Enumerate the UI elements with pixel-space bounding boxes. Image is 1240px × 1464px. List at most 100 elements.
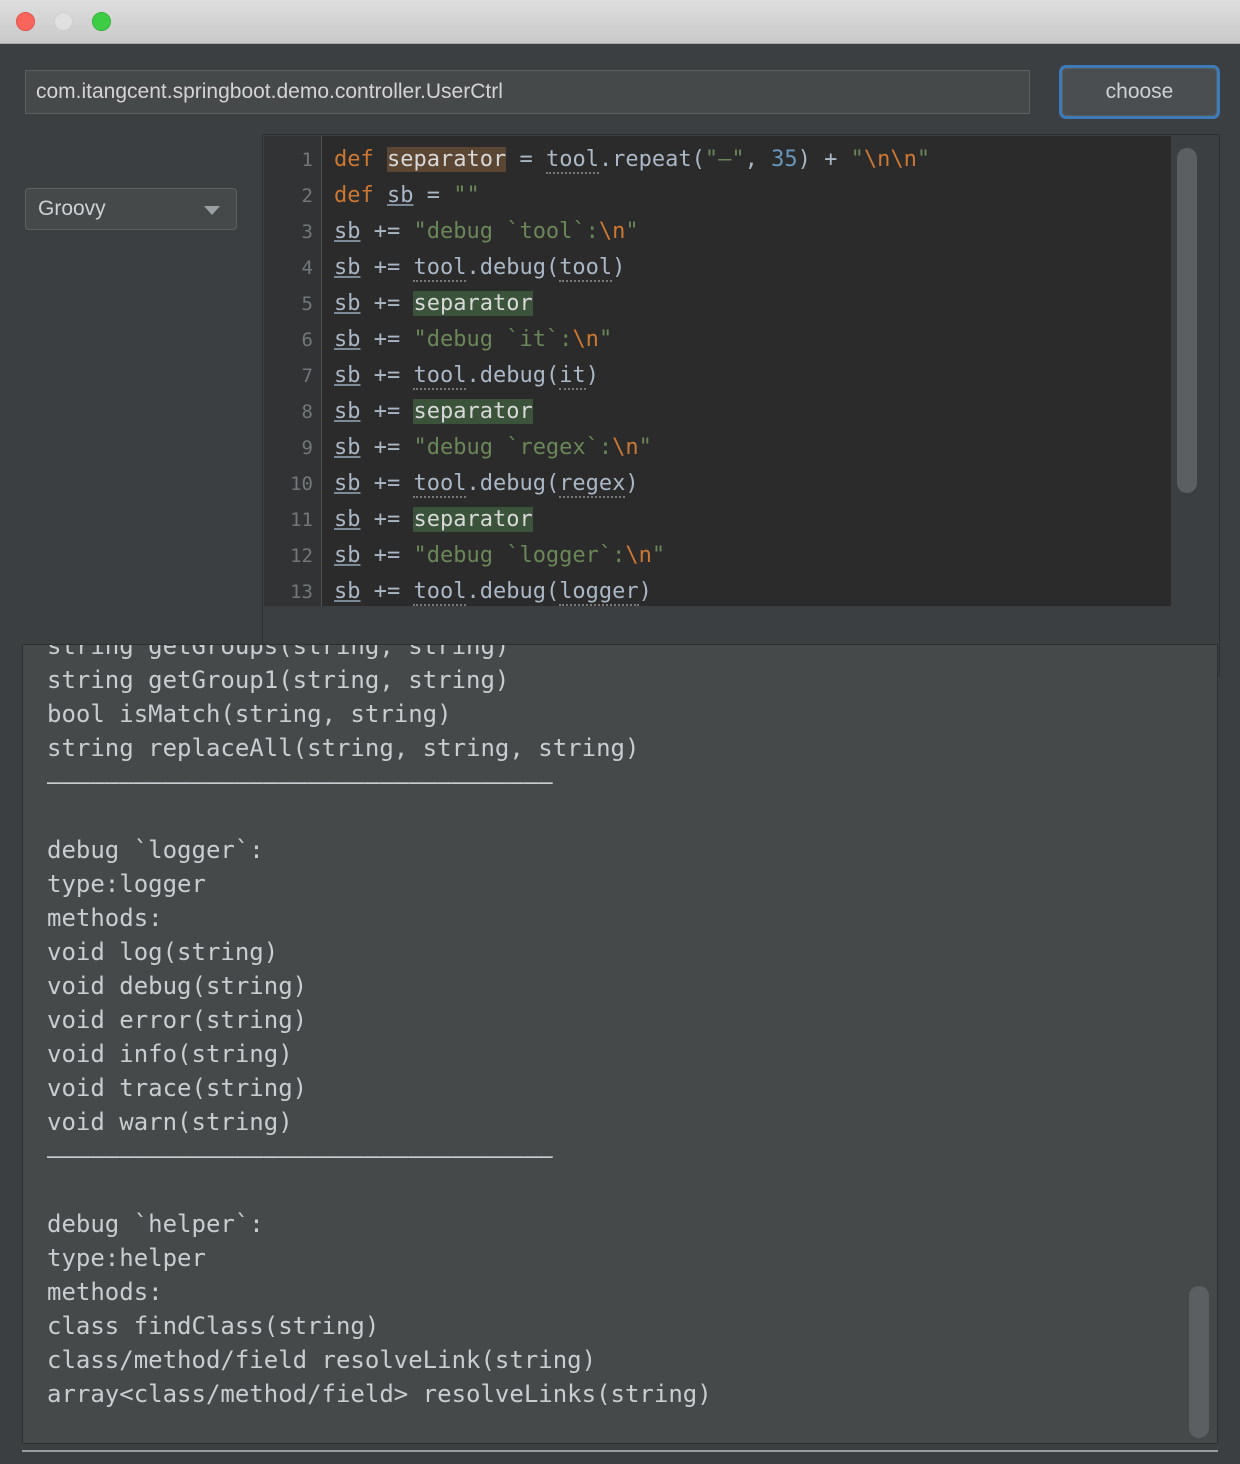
code-token: += — [360, 543, 414, 568]
editor-code-line: def sb = "" — [334, 178, 480, 214]
code-token: tool — [413, 363, 467, 390]
code-token: tool — [545, 147, 599, 174]
code-token: separator — [413, 291, 533, 316]
code-editor-panel: 1 2 3 4 5 6 7 8 9 10 11 12 13 def separator = tool.r… — [262, 134, 1220, 676]
code-token: sb — [334, 507, 361, 532]
code-token: sb — [334, 543, 361, 568]
code-token: sb — [334, 399, 361, 424]
code-token: " — [598, 327, 613, 352]
code-token: sb — [334, 363, 361, 388]
code-token: "" — [453, 183, 480, 208]
class-path-row: com.itangcent.springboot.demo.controller… — [25, 68, 1217, 116]
code-token: separator — [386, 147, 507, 172]
code-token: += — [360, 327, 414, 352]
code-token: += — [360, 399, 414, 424]
editor-code-line: sb += "debug `it`:\n" — [334, 322, 612, 358]
code-token: \n — [612, 435, 639, 460]
code-token: .debug( — [466, 579, 560, 604]
editor-line-number: 2 — [301, 185, 313, 207]
code-token: .repeat( — [598, 147, 705, 172]
code-token: tool — [413, 579, 467, 606]
code-token: sb — [386, 183, 414, 208]
code-token: tool — [413, 255, 467, 282]
editor-line-number: 11 — [290, 509, 313, 531]
editor-line-number: 5 — [301, 293, 313, 315]
class-path-input[interactable]: com.itangcent.springboot.demo.controller… — [25, 70, 1030, 114]
language-select-value: Groovy — [38, 197, 106, 220]
code-token: it — [559, 363, 586, 390]
code-token: ) — [612, 255, 626, 280]
code-token: .debug( — [466, 255, 560, 280]
code-token: += — [360, 471, 414, 496]
code-token: sb — [334, 327, 361, 352]
choose-button[interactable]: choose — [1062, 68, 1217, 116]
editor-line-number: 8 — [301, 401, 313, 423]
code-token: sb — [334, 291, 361, 316]
editor-line-number: 4 — [301, 257, 313, 279]
code-token: tool — [413, 471, 467, 498]
output-vertical-scrollbar-thumb[interactable] — [1189, 1286, 1209, 1438]
editor-line-number-gutter: 1 2 3 4 5 6 7 8 9 10 11 12 13 — [264, 136, 322, 606]
code-token: " — [625, 219, 639, 244]
traffic-light-group — [16, 12, 111, 31]
editor-code-line: sb += separator — [334, 502, 533, 538]
editor-line-number: 13 — [290, 581, 313, 603]
code-token: += — [360, 507, 414, 532]
editor-code-area[interactable]: def separator = tool.repeat("—", 35) + "… — [324, 136, 1188, 606]
code-token: sb — [334, 579, 361, 604]
code-token: ) + — [797, 147, 851, 172]
editor-vertical-scrollbar[interactable] — [1171, 136, 1203, 606]
code-token: += — [360, 219, 414, 244]
code-token: separator — [413, 399, 533, 424]
editor-line-number: 9 — [301, 437, 313, 459]
code-token: += — [360, 363, 414, 388]
output-text: string getGroups(string, string) string … — [47, 644, 712, 1408]
editor-line-number: 10 — [290, 473, 313, 495]
code-token: += — [360, 291, 414, 316]
code-token: 35 — [771, 147, 798, 172]
code-token: ) — [585, 363, 599, 388]
code-token: "debug `it`: — [413, 327, 573, 352]
output-vertical-scrollbar[interactable] — [1183, 646, 1215, 1442]
zoom-window-icon[interactable] — [92, 12, 111, 31]
window-title-bar — [0, 0, 1240, 44]
code-token: tool — [559, 255, 613, 282]
editor-vertical-scrollbar-thumb[interactable] — [1177, 148, 1197, 493]
code-token: "debug `regex`: — [413, 435, 613, 460]
code-token: = — [413, 183, 454, 208]
editor-line-number: 12 — [290, 545, 313, 567]
minimize-window-icon[interactable] — [54, 12, 73, 31]
dialog-bottom-divider — [22, 1450, 1218, 1452]
chevron-down-icon — [204, 206, 220, 215]
editor-code-line: sb += tool.debug(tool) — [334, 250, 625, 286]
code-token: " — [651, 543, 666, 568]
code-token: sb — [334, 435, 361, 460]
code-token: def — [334, 147, 387, 172]
editor-code-line: sb += "debug `logger`:\n" — [334, 538, 665, 574]
code-token: sb — [334, 255, 361, 280]
editor-line-number: 7 — [301, 365, 313, 387]
editor-code-line: sb += tool.debug(it) — [334, 358, 599, 394]
code-token: \n\n — [863, 147, 917, 172]
editor-code-line: sb += tool.debug(logger) — [334, 574, 652, 606]
code-token: sb — [334, 471, 361, 496]
code-token: sb — [334, 219, 361, 244]
code-token: "debug `tool`: — [413, 219, 599, 244]
editor-code-line: sb += "debug `regex`:\n" — [334, 430, 652, 466]
code-token: "debug `logger`: — [413, 543, 626, 568]
code-token: = — [506, 147, 546, 172]
editor-code-line: def separator = tool.repeat("—", 35) + "… — [334, 142, 930, 178]
code-token: \n — [598, 219, 626, 244]
code-token: .debug( — [466, 471, 560, 496]
code-token: += — [360, 579, 414, 604]
close-window-icon[interactable] — [16, 12, 35, 31]
editor-code-line: sb += separator — [334, 394, 533, 430]
language-select[interactable]: Groovy — [25, 188, 237, 230]
output-panel[interactable]: string getGroups(string, string) string … — [22, 644, 1218, 1444]
code-editor[interactable]: 1 2 3 4 5 6 7 8 9 10 11 12 13 def separator = tool.r… — [264, 136, 1188, 606]
code-token: separator — [413, 507, 533, 532]
code-token: " — [850, 147, 864, 172]
code-token: += — [360, 435, 414, 460]
code-token: \n — [572, 327, 599, 352]
editor-line-number: 1 — [301, 149, 313, 171]
